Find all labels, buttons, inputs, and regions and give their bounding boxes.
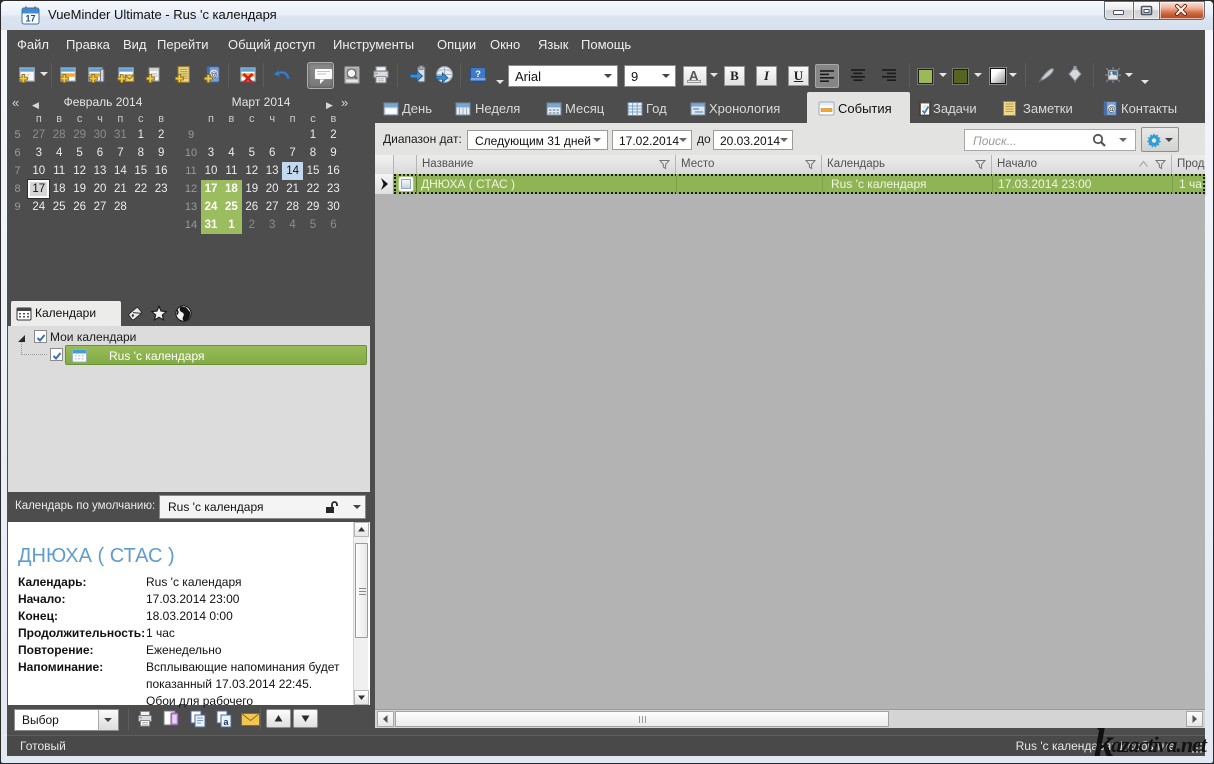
svg-text:@: @: [1108, 104, 1116, 113]
svg-text:?: ?: [475, 69, 481, 80]
svg-text:17: 17: [25, 14, 35, 24]
